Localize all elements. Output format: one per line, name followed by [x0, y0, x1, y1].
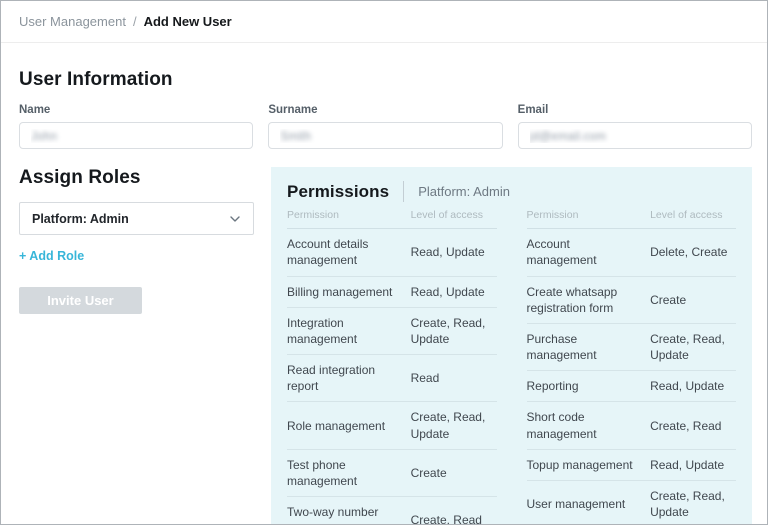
permissions-grid: Permission Level of access Account detai… — [287, 208, 736, 525]
permissions-header: Permissions Platform: Admin — [287, 181, 736, 202]
permissions-column-header-row: Permission Level of access — [287, 208, 497, 229]
permission-level: Create, Read, Update — [411, 409, 497, 441]
permission-level: Read, Update — [411, 244, 497, 260]
permission-row: Role managementCreate, Read, Update — [287, 402, 497, 449]
permissions-column-1: Permission Level of access Account detai… — [287, 208, 497, 525]
email-label: Email — [518, 104, 752, 116]
permission-level: Read, Update — [650, 378, 736, 394]
permission-name: User management — [527, 496, 651, 512]
permission-level: Delete, Create — [650, 244, 736, 260]
permission-name: Account management — [527, 236, 651, 268]
permission-row: Topup managementRead, Update — [527, 450, 737, 481]
permission-name: Create whatsapp registration form — [527, 284, 651, 316]
permission-level: Read — [411, 370, 497, 386]
permissions-rows-1: Account details managementRead, UpdateBi… — [287, 229, 497, 525]
permission-row: Test phone managementCreate — [287, 450, 497, 497]
permission-level: Create, Read, Update — [650, 488, 736, 520]
permission-row: User managementCreate, Read, Update — [527, 481, 737, 525]
role-select-value: Platform: Admin — [32, 212, 129, 226]
permission-row: Short code managementCreate, Read — [527, 402, 737, 449]
permission-name: Purchase management — [527, 331, 651, 363]
permission-row: Two-way number managementCreate, Read — [287, 497, 497, 525]
permissions-title: Permissions — [287, 182, 389, 202]
permission-name: Integration management — [287, 315, 411, 347]
lower-area: Assign Roles Platform: Admin + Add Role … — [19, 167, 752, 525]
permission-column-header: Permission — [287, 208, 411, 222]
name-input[interactable] — [19, 122, 253, 149]
surname-label: Surname — [268, 104, 502, 116]
permissions-panel: Permissions Platform: Admin Permission L… — [271, 167, 752, 525]
permission-level: Read, Update — [411, 284, 497, 300]
permission-level: Create, Read, Update — [650, 331, 736, 363]
user-information-title: User Information — [19, 69, 752, 91]
permissions-role-subtitle: Platform: Admin — [418, 184, 510, 199]
surname-field: Surname — [268, 104, 502, 149]
permission-name: Account details management — [287, 236, 411, 268]
permissions-title-divider — [403, 181, 404, 202]
breadcrumb-current: Add New User — [144, 14, 232, 29]
main-content: User Information Name Surname Email Assi… — [1, 43, 767, 525]
permission-row: Create whatsapp registration formCreate — [527, 277, 737, 324]
permission-name: Role management — [287, 418, 411, 434]
name-field: Name — [19, 104, 253, 149]
chevron-down-icon — [229, 213, 241, 225]
permission-name: Read integration report — [287, 362, 411, 394]
breadcrumb: User Management / Add New User — [1, 1, 767, 43]
permission-name: Test phone management — [287, 457, 411, 489]
email-input[interactable] — [518, 122, 752, 149]
add-new-user-page: User Management / Add New User User Info… — [0, 0, 768, 525]
permission-row: Account managementDelete, Create — [527, 229, 737, 276]
permissions-column-2: Permission Level of access Account manag… — [527, 208, 737, 525]
level-of-access-column-header: Level of access — [650, 208, 736, 222]
level-of-access-column-header: Level of access — [411, 208, 497, 222]
surname-input[interactable] — [268, 122, 502, 149]
permission-level: Create, Read — [650, 418, 736, 434]
permission-level: Create, Read — [411, 512, 497, 525]
permission-row: Billing managementRead, Update — [287, 277, 497, 308]
permission-name: Two-way number management — [287, 504, 411, 525]
permission-name: Billing management — [287, 284, 411, 300]
user-information-fields: Name Surname Email — [19, 104, 752, 149]
breadcrumb-separator: / — [133, 14, 137, 29]
breadcrumb-user-management[interactable]: User Management — [19, 14, 126, 29]
email-field: Email — [518, 104, 752, 149]
assign-roles-section: Assign Roles Platform: Admin + Add Role … — [19, 167, 254, 314]
permission-row: Purchase managementCreate, Read, Update — [527, 324, 737, 371]
add-role-link[interactable]: + Add Role — [19, 249, 84, 263]
permission-row: Read integration reportRead — [287, 355, 497, 402]
permission-level: Create — [650, 292, 736, 308]
permission-row: Account details managementRead, Update — [287, 229, 497, 276]
permission-name: Reporting — [527, 378, 651, 394]
permission-level: Create — [411, 465, 497, 481]
permissions-column-header-row: Permission Level of access — [527, 208, 737, 229]
permission-column-header: Permission — [527, 208, 651, 222]
assign-roles-title: Assign Roles — [19, 167, 254, 189]
invite-user-button[interactable]: Invite User — [19, 287, 142, 314]
permission-row: ReportingRead, Update — [527, 371, 737, 402]
permission-name: Short code management — [527, 409, 651, 441]
permission-row: Integration managementCreate, Read, Upda… — [287, 308, 497, 355]
permission-level: Read, Update — [650, 457, 736, 473]
permissions-rows-2: Account managementDelete, CreateCreate w… — [527, 229, 737, 525]
role-select[interactable]: Platform: Admin — [19, 202, 254, 235]
permission-name: Topup management — [527, 457, 651, 473]
permission-level: Create, Read, Update — [411, 315, 497, 347]
name-label: Name — [19, 104, 253, 116]
